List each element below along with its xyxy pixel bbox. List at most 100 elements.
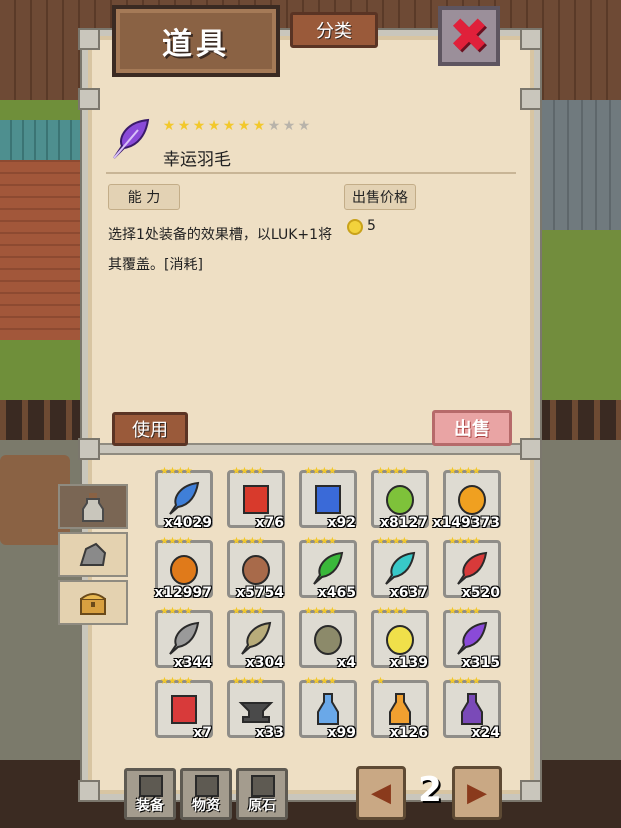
yellow-crystal-icon bbox=[386, 625, 414, 655]
blue-feather-icon bbox=[169, 481, 200, 515]
inventory-slot[interactable]: ★★★★ x149373 bbox=[433, 466, 501, 531]
star-icon: ★ bbox=[267, 118, 281, 134]
background-house-right bbox=[541, 100, 621, 230]
item-count: x126 bbox=[389, 725, 428, 741]
item-count: x304 bbox=[245, 655, 284, 671]
slot-rarity-stars: ★★★★ bbox=[304, 466, 337, 477]
chevron-right-icon: ▶ bbox=[467, 778, 487, 808]
star-icon: ★ bbox=[222, 118, 236, 134]
inventory-slot[interactable]: ★★★★ x24 bbox=[443, 677, 501, 741]
item-count: x637 bbox=[389, 585, 428, 601]
item-count: x12997 bbox=[154, 585, 212, 601]
sell-price-value: 5 bbox=[367, 218, 376, 234]
item-rarity-stars: ★ ★ ★ ★ ★ ★ ★ ★ ★ ★ bbox=[162, 118, 311, 134]
detail-separator bbox=[106, 172, 516, 174]
bottom-nav-label: 物资 bbox=[192, 798, 220, 814]
star-icon: ★ bbox=[207, 118, 221, 134]
star-icon: ★ bbox=[282, 118, 296, 134]
inventory-slot[interactable]: ★★★★ x344 bbox=[155, 606, 213, 671]
bottom-nav-label: 原石 bbox=[248, 798, 276, 814]
prev-page-button[interactable]: ◀ bbox=[356, 766, 406, 820]
page-number: 2 bbox=[418, 770, 442, 810]
bottom-nav-ore[interactable]: 原石 bbox=[236, 768, 288, 820]
star-icon: ★ bbox=[192, 118, 206, 134]
potion-bottle-icon bbox=[82, 492, 104, 522]
inventory-slot[interactable]: ★★★★ x5754 bbox=[227, 537, 285, 601]
next-page-button[interactable]: ▶ bbox=[452, 766, 502, 820]
slot-rarity-stars: ★★★★ bbox=[232, 676, 265, 687]
panel-corner bbox=[78, 780, 100, 802]
inventory-slot[interactable]: ★★★★ x304 bbox=[227, 607, 285, 671]
red-tome-icon bbox=[171, 695, 197, 724]
slot-rarity-stars: ★★★★ bbox=[232, 466, 265, 477]
panel-corner bbox=[78, 88, 100, 110]
blue-book-icon bbox=[315, 485, 341, 514]
slot-rarity-stars: ★★★★ bbox=[448, 606, 481, 617]
item-count: x76 bbox=[255, 515, 284, 531]
tab-potions[interactable] bbox=[58, 484, 128, 529]
shop-stall-icon bbox=[242, 555, 270, 585]
panel-corner bbox=[520, 438, 542, 460]
cyan-feather-icon bbox=[385, 551, 416, 585]
inventory-slot[interactable]: ★★★★ x637 bbox=[371, 537, 429, 601]
crate-icon bbox=[195, 775, 219, 797]
inventory-slot[interactable]: ★★★★ x4029 bbox=[155, 466, 213, 531]
close-button[interactable]: ✖ bbox=[438, 6, 500, 66]
inventory-slot[interactable]: ★★★★ x520 bbox=[443, 536, 501, 601]
inventory-slot[interactable]: ★★★★ x7 bbox=[155, 677, 213, 741]
bottom-nav-crossed-swords[interactable]: 装备 bbox=[124, 768, 176, 820]
inventory-slot[interactable]: ★★★★ x92 bbox=[299, 466, 357, 531]
item-count: x344 bbox=[173, 655, 212, 671]
pineapple-icon bbox=[458, 485, 486, 515]
item-count: x33 bbox=[255, 725, 284, 741]
inventory-slot[interactable]: ★★★★ x315 bbox=[443, 606, 501, 671]
treasure-chest-icon bbox=[80, 592, 106, 615]
item-count: x139 bbox=[389, 655, 428, 671]
tab-ores[interactable] bbox=[58, 532, 128, 577]
panel-corner bbox=[78, 438, 100, 460]
slot-rarity-stars: ★★★★ bbox=[160, 536, 193, 547]
item-description: 选择1处装备的效果槽，以LUK+1将其覆盖。[消耗] bbox=[108, 227, 333, 273]
inventory-slot[interactable]: ★★★★ x465 bbox=[299, 537, 357, 601]
item-count: x7 bbox=[193, 725, 212, 741]
inventory-slot[interactable]: ★★★★ x99 bbox=[299, 677, 357, 741]
panel-corner bbox=[520, 28, 542, 50]
use-button[interactable]: 使用 bbox=[112, 412, 188, 446]
slot-rarity-stars: ★★★★ bbox=[448, 536, 481, 547]
ability-label: 能 力 bbox=[108, 184, 180, 210]
background-house-left bbox=[0, 160, 85, 340]
panel-corner bbox=[520, 88, 542, 110]
item-count: x99 bbox=[327, 725, 356, 741]
orange-pouch-icon bbox=[170, 555, 198, 585]
star-icon: ★ bbox=[297, 118, 311, 134]
inventory-slot[interactable]: ★ x126 bbox=[371, 677, 429, 741]
inventory-slot[interactable]: ★★★★ x8127 bbox=[371, 467, 429, 531]
sell-button[interactable]: 出售 bbox=[432, 410, 512, 446]
red-feather-icon bbox=[457, 551, 488, 585]
item-count: x315 bbox=[461, 655, 500, 671]
star-icon: ★ bbox=[177, 118, 191, 134]
inventory-slot[interactable]: ★★★★ x76 bbox=[227, 466, 285, 531]
star-icon: ★ bbox=[252, 118, 266, 134]
item-count: x4029 bbox=[164, 515, 212, 531]
star-icon: ★ bbox=[162, 118, 176, 134]
inventory-slot[interactable]: ★★★★ x12997 bbox=[154, 536, 213, 601]
inventory-slot[interactable]: ★★★★ x33 bbox=[227, 676, 285, 741]
panel-corner bbox=[78, 28, 100, 50]
item-count: x465 bbox=[317, 585, 356, 601]
panel-corner bbox=[520, 780, 542, 802]
inventory-slot[interactable]: ★★★★ x139 bbox=[371, 607, 429, 671]
bottom-nav-crate[interactable]: 物资 bbox=[180, 768, 232, 820]
ore-rock-icon bbox=[79, 542, 107, 566]
purple-feather-icon bbox=[113, 118, 150, 159]
star-icon: ★ bbox=[237, 118, 251, 134]
slot-rarity-stars: ★★★★ bbox=[160, 466, 193, 477]
slot-rarity-stars: ★★★★ bbox=[160, 606, 193, 617]
tab-treasure[interactable] bbox=[58, 580, 128, 625]
chevron-left-icon: ◀ bbox=[371, 778, 391, 808]
slot-rarity-stars: ★★★★ bbox=[448, 466, 481, 477]
item-count: x4 bbox=[337, 655, 356, 671]
inventory-slot[interactable]: ★★★★ x4 bbox=[299, 607, 357, 671]
item-count: x92 bbox=[327, 515, 356, 531]
sort-button[interactable]: 分类 bbox=[290, 12, 378, 48]
